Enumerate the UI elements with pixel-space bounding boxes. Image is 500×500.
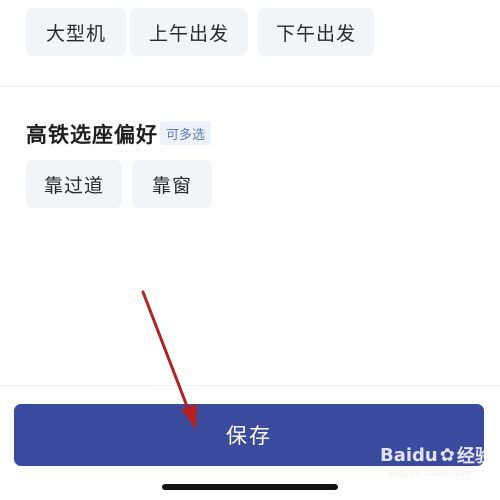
chip-afternoon-departure[interactable]: 下午出发 — [258, 8, 374, 56]
chip-window-seat[interactable]: 靠窗 — [132, 160, 212, 208]
multi-select-tag: 可多选 — [160, 121, 212, 145]
section-divider — [0, 86, 500, 87]
preferences-page: 大型机 上午出发 下午出发 高铁选座偏好 可多选 靠过道 靠窗 保存 Baidu… — [0, 0, 500, 500]
chip-aisle-seat[interactable]: 靠过道 — [26, 160, 122, 208]
home-indicator — [162, 484, 338, 490]
section-title-rail-seat: 高铁选座偏好 — [26, 123, 158, 147]
watermark-url: jingyan.baidu.com — [388, 469, 472, 479]
save-button[interactable]: 保存 — [14, 404, 484, 466]
footer-divider — [0, 385, 500, 386]
chip-large-aircraft[interactable]: 大型机 — [26, 8, 126, 56]
chip-morning-departure[interactable]: 上午出发 — [130, 8, 248, 56]
